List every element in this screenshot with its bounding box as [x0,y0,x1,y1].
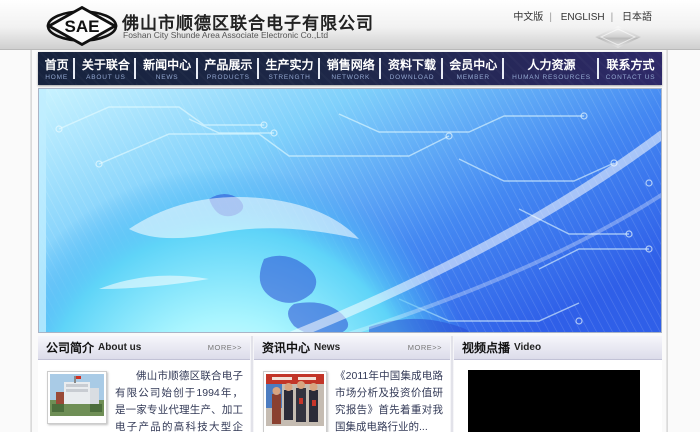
nav-label-zh: 资料下载 [388,56,436,73]
nav-item-human-resources[interactable]: 人力资源 HUMAN RESOURCES [504,52,599,85]
news-exhibition-photo[interactable] [263,371,327,432]
nav-label-zh: 首页 [45,56,69,73]
sae-logo[interactable]: SAE [46,6,118,51]
company-building-photo[interactable] [47,371,107,424]
nav-item-about[interactable]: 关于联合 ABOUT US [75,52,136,85]
lang-japanese-link[interactable]: 日本語 [622,12,652,23]
page: SAE 佛山市顺德区联合电子有限公司 Foshan City Shunde Ar… [0,0,700,432]
news-more-link[interactable]: MORE>> [408,343,442,352]
nav-label-zh: 新闻中心 [143,56,191,73]
nav-label-zh: 生产实力 [266,56,314,73]
about-more-link[interactable]: MORE>> [208,343,242,352]
nav-label-en: DOWNLOAD [390,74,435,81]
language-switcher: 中文版 | ENGLISH | 日本語 [507,8,658,23]
news-section-body: 《2011年中国集成电路市场分析及投资价值研究报告》首先着重对我国集成电路行业的… [254,360,450,432]
video-title-en: Video [514,342,541,353]
about-title-en: About us [98,342,141,353]
nav-label-en: CONTACT US [606,74,656,81]
video-section-header: 视频点播 Video [454,336,662,360]
nav-item-strength[interactable]: 生产实力 STRENGTH [259,52,320,85]
about-title-zh: 公司简介 [46,339,94,356]
nav-label-en: ABOUT US [86,74,126,81]
lang-separator: | [611,12,614,23]
news-section-header: 资讯中心 News MORE>> [254,336,450,360]
nav-label-en: STRENGTH [268,74,310,81]
lang-english-link[interactable]: ENGLISH [561,12,605,23]
company-name-en: Foshan City Shunde Area Associate Electr… [123,30,328,40]
nav-label-en: NETWORK [331,74,370,81]
news-title-zh: 资讯中心 [262,339,310,356]
nav-label-en: MEMBER [457,74,490,81]
right-edge-shadow [666,0,668,432]
video-title-zh: 视频点播 [462,339,510,356]
about-section-body: 佛山市顺德区联合电子有限公司始创于1994年，是一家专业代理生产、加工电子产品的… [38,360,250,432]
about-section: 公司简介 About us MORE>> [38,336,250,432]
hero-banner-circuit-globe [38,88,662,333]
metallic-diamond-decoration [595,26,641,53]
nav-label-zh: 会员中心 [449,56,497,73]
news-title-en: News [314,342,340,353]
nav-label-en: HUMAN RESOURCES [512,74,591,81]
nav-label-zh: 联系方式 [607,56,655,73]
lang-separator: | [549,12,552,23]
site-header: SAE 佛山市顺德区联合电子有限公司 Foshan City Shunde Ar… [0,0,700,50]
nav-item-member[interactable]: 会员中心 MEMBER [443,52,504,85]
nav-label-zh: 关于联合 [82,56,130,73]
svg-text:SAE: SAE [65,17,100,36]
nav-item-products[interactable]: 产品展示 PRODUCTS [198,52,259,85]
nav-item-news[interactable]: 新闻中心 NEWS [136,52,197,85]
nav-item-contact[interactable]: 联系方式 CONTACT US [599,52,662,85]
about-section-header: 公司简介 About us MORE>> [38,336,250,360]
nav-label-en: NEWS [156,74,179,81]
main-nav: 首页 HOME 关于联合 ABOUT US 新闻中心 NEWS 产品展示 PRO… [38,52,662,85]
nav-label-en: HOME [45,74,68,81]
left-edge-shadow [30,0,32,432]
nav-label-zh: 人力资源 [527,56,575,73]
bottom-sections: 公司简介 About us MORE>> [38,336,662,432]
nav-label-zh: 销售网络 [327,56,375,73]
lang-chinese-link[interactable]: 中文版 [513,12,543,23]
nav-label-zh: 产品展示 [204,56,252,73]
news-section: 资讯中心 News MORE>> [254,336,450,432]
video-player[interactable] [468,370,640,432]
nav-label-en: PRODUCTS [207,74,250,81]
nav-item-network[interactable]: 销售网络 NETWORK [320,52,381,85]
nav-item-home[interactable]: 首页 HOME [38,52,75,85]
video-section: 视频点播 Video [454,336,662,432]
nav-item-download[interactable]: 资料下载 DOWNLOAD [381,52,442,85]
